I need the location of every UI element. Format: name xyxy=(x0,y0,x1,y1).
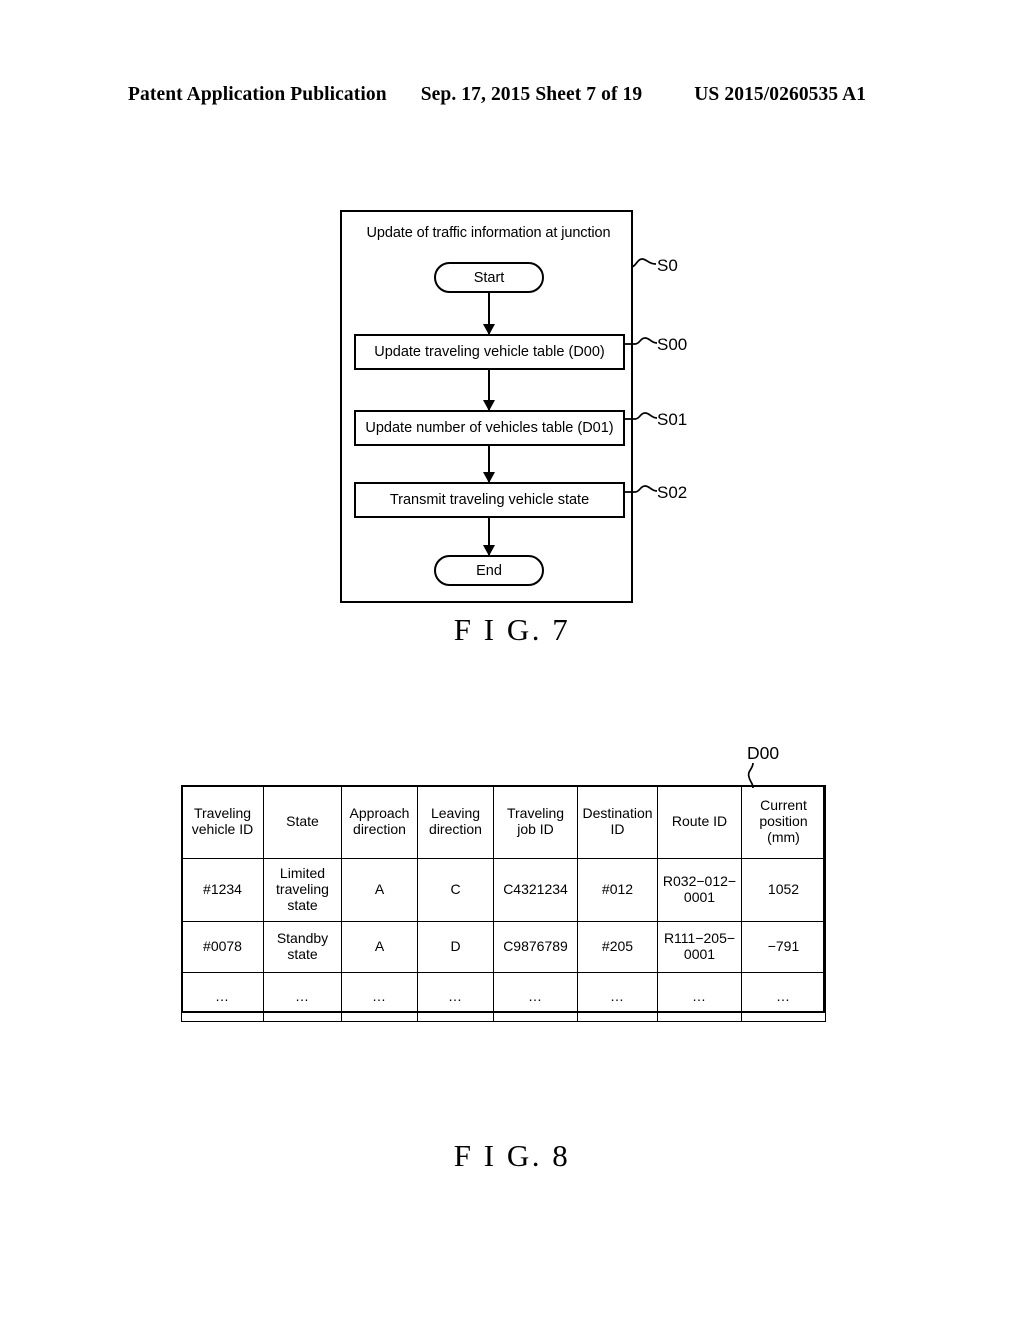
cell-state-line: Standby xyxy=(276,930,329,947)
cell-state: Standby state xyxy=(263,921,342,973)
date-sheet-label: Sep. 17, 2015 Sheet 7 of 19 xyxy=(420,84,643,105)
col-header-line: job ID xyxy=(517,821,554,837)
step-reference-s02: S02 xyxy=(657,483,688,502)
cell-ellipsis: … xyxy=(741,972,826,1022)
col-header-leaving-direction: Leaving direction xyxy=(417,785,494,859)
col-header-line: Current xyxy=(760,797,807,814)
cell-ellipsis: … xyxy=(657,972,742,1022)
col-header-line: vehicle ID xyxy=(191,821,254,837)
col-header-line: Traveling xyxy=(193,805,252,822)
cell-route-id-line: R032−012− xyxy=(662,873,737,890)
cell-leaving-direction: D xyxy=(417,921,494,973)
table-row: #1234 Limited traveling state A C C43212… xyxy=(181,858,826,922)
cell-state: Limited traveling state xyxy=(263,858,342,922)
col-header-line: Leaving xyxy=(430,805,481,822)
col-header-line: ID xyxy=(610,821,625,837)
flow-arrow-s01-to-s02 xyxy=(483,446,495,483)
cell-ellipsis: … xyxy=(341,972,418,1022)
fig7-caption: F I G. 7 xyxy=(453,612,571,647)
cell-route-id-line: 0001 xyxy=(683,946,716,962)
col-header-line: Traveling xyxy=(506,805,565,822)
col-header-traveling-vehicle-id: Traveling vehicle ID xyxy=(181,785,264,859)
cell-traveling-job-id: C9876789 xyxy=(493,921,578,973)
col-header-state: State xyxy=(263,785,342,859)
flow-arrow-s02-to-end xyxy=(483,518,495,556)
col-header-route-id: Route ID xyxy=(657,785,742,859)
col-header-line: direction xyxy=(429,821,482,837)
col-header-destination-id: Destination ID xyxy=(577,785,658,859)
col-header-line: Approach xyxy=(349,805,410,822)
table-row-ellipsis: … … … … … … … … xyxy=(181,972,826,1022)
col-header-line: Route ID xyxy=(671,813,728,830)
patent-number: US 2015/0260535 A1 xyxy=(694,84,867,105)
flow-start-terminator: Start xyxy=(434,262,544,293)
cell-leaving-direction: C xyxy=(417,858,494,922)
col-header-current-position: Current position (mm) xyxy=(741,785,826,859)
col-header-line: Destination xyxy=(582,805,653,822)
cell-ellipsis: … xyxy=(493,972,578,1022)
cell-approach-direction: A xyxy=(341,858,418,922)
flow-step-s02-label: Transmit traveling vehicle state xyxy=(389,492,590,508)
table-header-row: Traveling vehicle ID State Approach dire… xyxy=(181,785,826,859)
cell-traveling-vehicle-id: #1234 xyxy=(181,858,264,922)
flow-step-s01-box: Update number of vehicles table (D01) xyxy=(354,410,625,446)
leader-line-s02-icon xyxy=(625,485,658,493)
flow-step-s00-box: Update traveling vehicle table (D00) xyxy=(354,334,625,370)
fig8-table-wrap: D00 Traveling vehicle ID State Approach … xyxy=(181,743,826,1022)
flow-arrow-s00-to-s01 xyxy=(483,370,495,411)
step-reference-s0: S0 xyxy=(657,256,678,275)
cell-state-line: state xyxy=(287,896,318,913)
cell-destination-id: #012 xyxy=(577,858,658,922)
cell-state-line: Limited xyxy=(279,865,326,882)
leader-line-d00-icon xyxy=(747,762,754,789)
fig8-caption: F I G. 8 xyxy=(453,1138,571,1173)
table-reference-d00: D00 xyxy=(747,743,780,763)
cell-destination-id: #205 xyxy=(577,921,658,973)
traveling-vehicle-table: Traveling vehicle ID State Approach dire… xyxy=(181,785,826,1022)
leader-line-s0-icon xyxy=(630,258,657,268)
cell-route-id: R111−205− 0001 xyxy=(657,921,742,973)
page-header: Patent Application Publication Sep. 17, … xyxy=(128,84,896,110)
cell-current-position: 1052 xyxy=(741,858,826,922)
leader-line-s01-icon xyxy=(625,412,658,420)
flow-end-terminator: End xyxy=(434,555,544,586)
col-header-line: State xyxy=(286,813,319,830)
cell-ellipsis: … xyxy=(417,972,494,1022)
flow-start-label: Start xyxy=(473,269,505,286)
col-header-traveling-job-id: Traveling job ID xyxy=(493,785,578,859)
flow-arrow-start-to-s00 xyxy=(483,293,495,335)
flow-step-s00-label: Update traveling vehicle table (D00) xyxy=(374,344,605,360)
cell-route-id-line: R111−205− xyxy=(663,930,736,947)
col-header-line: direction xyxy=(353,821,406,837)
col-header-line: (mm) xyxy=(767,828,800,845)
cell-state-line: traveling xyxy=(276,881,329,898)
col-header-approach-direction: Approach direction xyxy=(341,785,418,859)
cell-ellipsis: … xyxy=(263,972,342,1022)
publication-label: Patent Application Publication xyxy=(128,84,387,105)
table-row: #0078 Standby state A D C9876789 #205 R1… xyxy=(181,921,826,973)
cell-current-position: −791 xyxy=(741,921,826,973)
flow-step-s02-box: Transmit traveling vehicle state xyxy=(354,482,625,518)
cell-approach-direction: A xyxy=(341,921,418,973)
cell-traveling-job-id: C4321234 xyxy=(493,858,578,922)
fig7-title: Update of traffic information at junctio… xyxy=(366,225,611,241)
fig7-flowchart-frame: Update of traffic information at junctio… xyxy=(340,210,633,603)
flow-end-label: End xyxy=(476,562,502,579)
leader-line-s00-icon xyxy=(625,337,658,345)
cell-state-line: state xyxy=(287,946,318,962)
cell-route-id: R032−012− 0001 xyxy=(657,858,742,922)
cell-ellipsis: … xyxy=(181,972,264,1022)
step-reference-s00: S00 xyxy=(657,335,688,354)
cell-ellipsis: … xyxy=(577,972,658,1022)
cell-traveling-vehicle-id: #0078 xyxy=(181,921,264,973)
step-reference-s01: S01 xyxy=(657,410,688,429)
col-header-line: position xyxy=(759,813,808,830)
flow-step-s01-label: Update number of vehicles table (D01) xyxy=(365,420,614,436)
cell-route-id-line: 0001 xyxy=(683,889,716,905)
